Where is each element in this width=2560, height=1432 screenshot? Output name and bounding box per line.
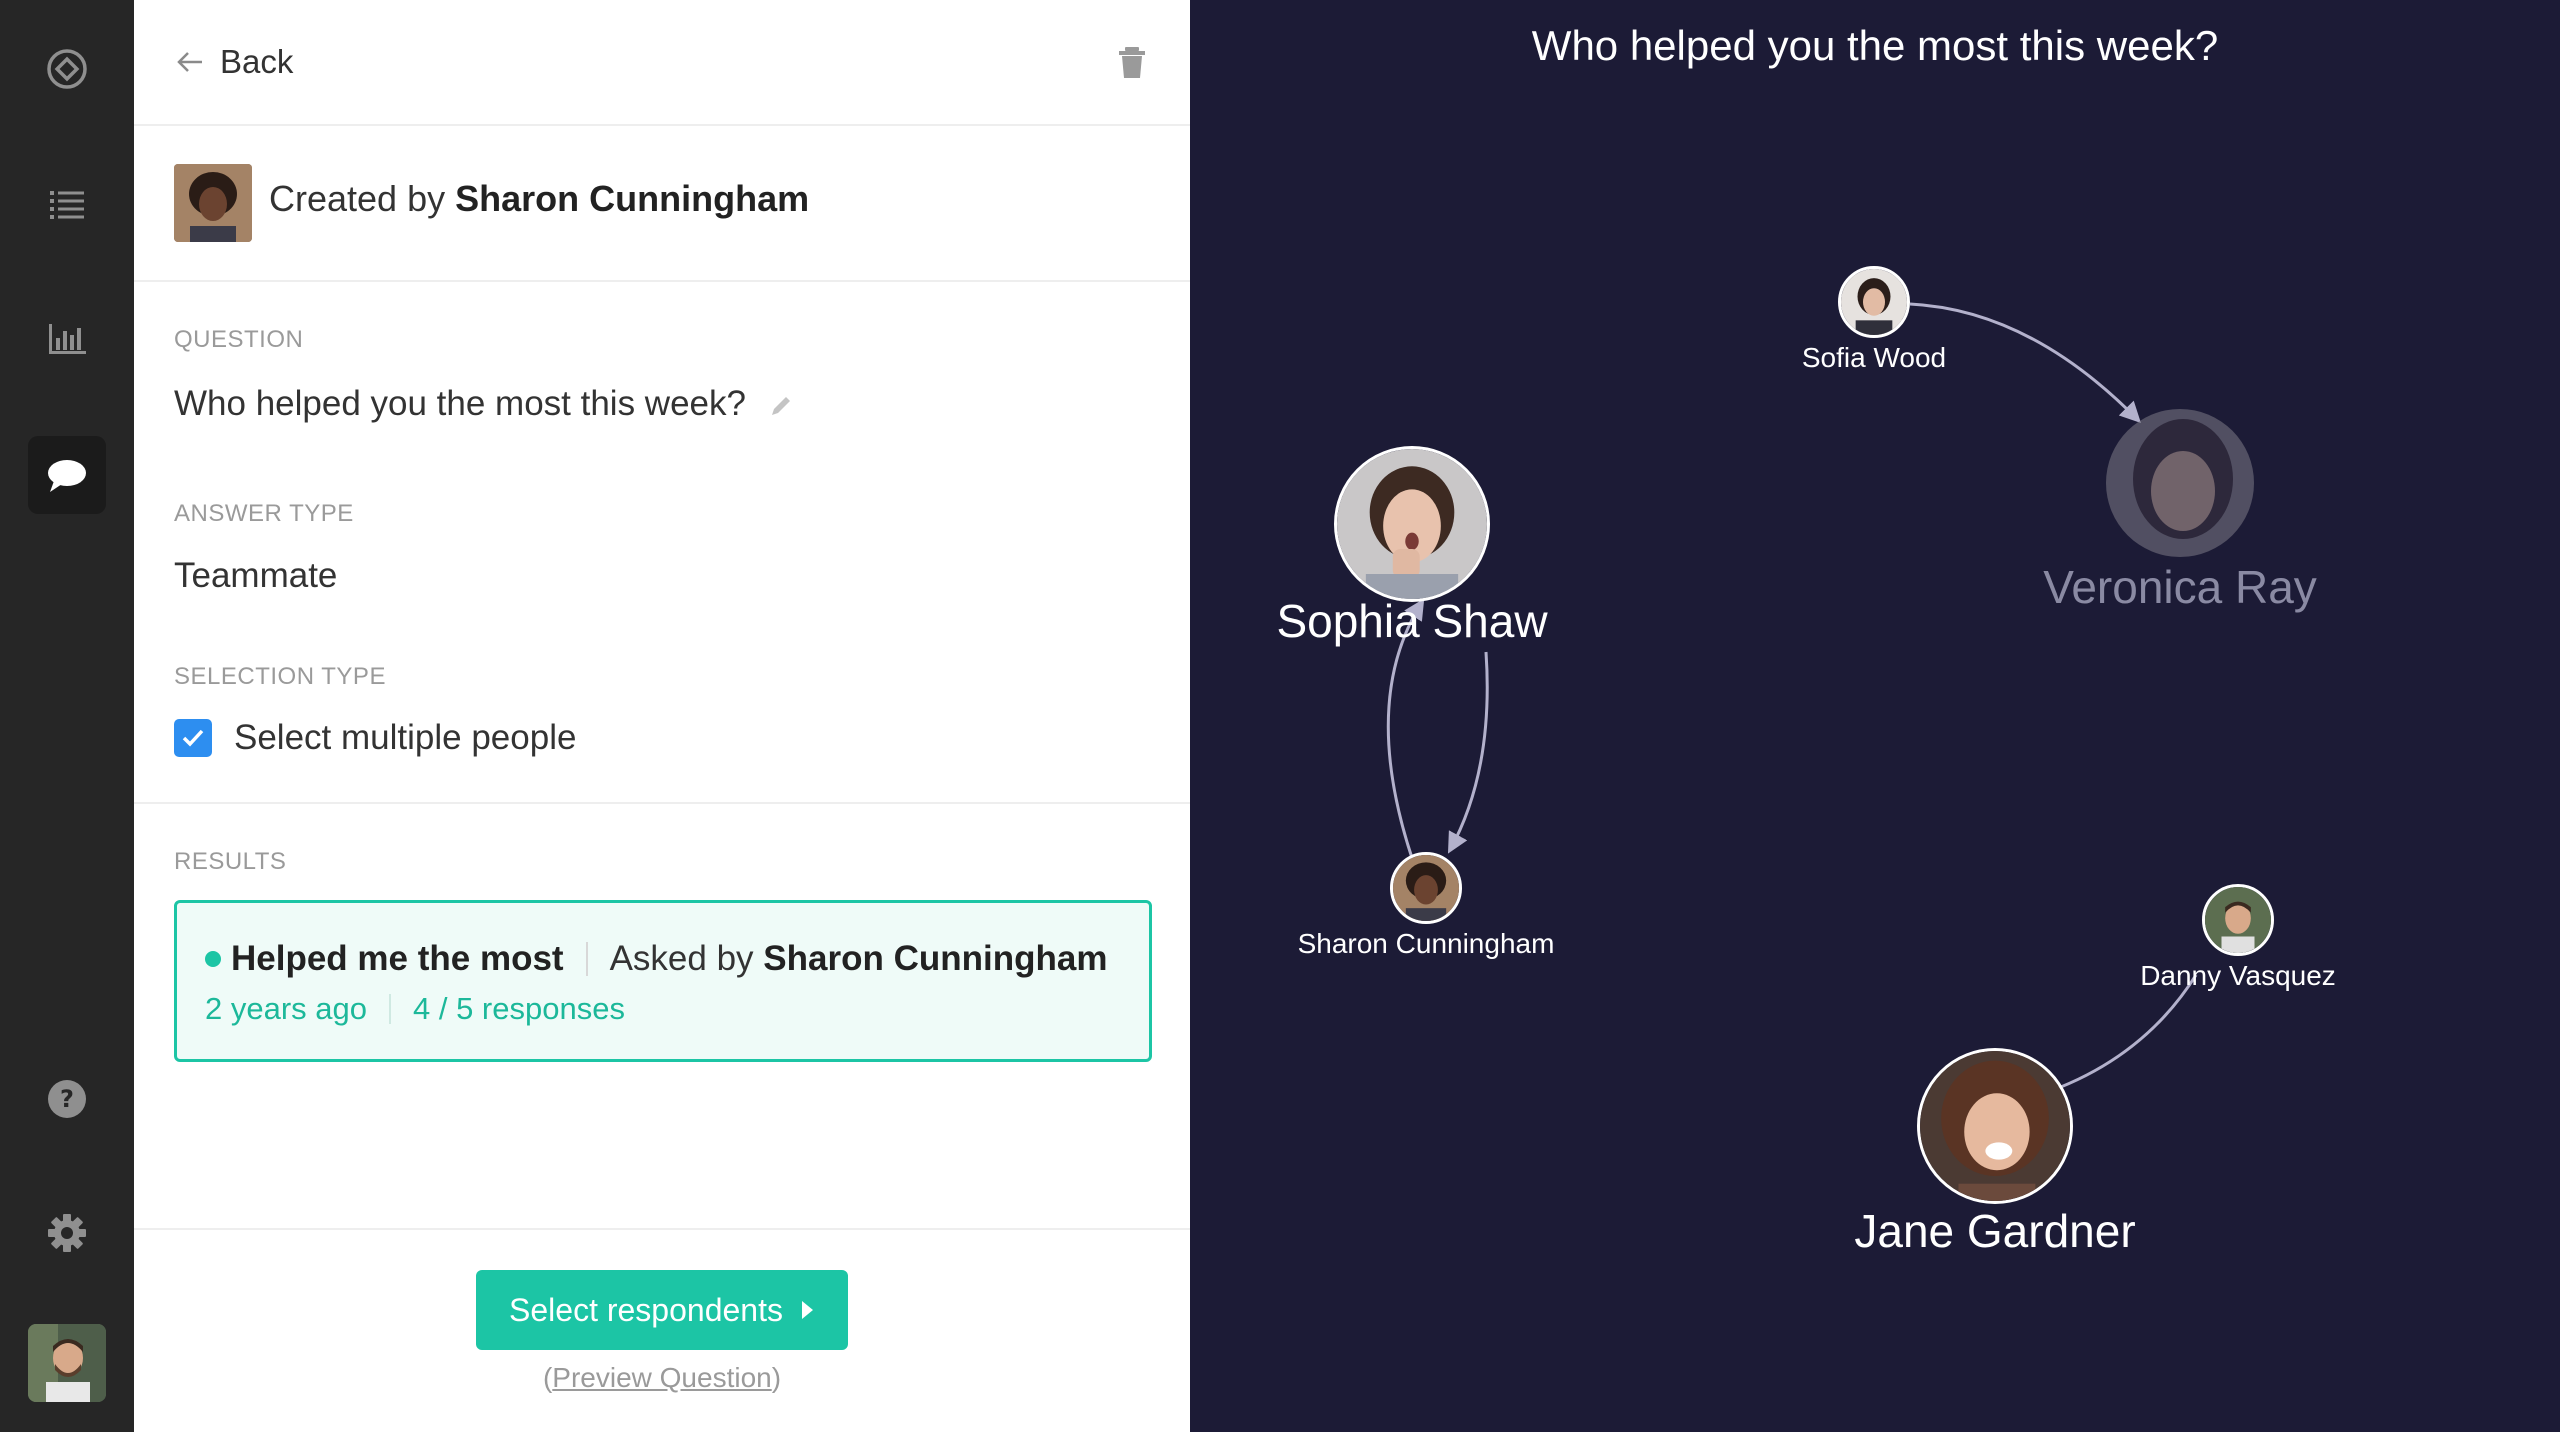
svg-text:?: ? [60, 1085, 74, 1113]
list-icon [50, 191, 84, 219]
node-name: Sharon Cunningham [1297, 928, 1555, 959]
node-name: Sophia Shaw [1276, 595, 1548, 647]
result-time: 2 years ago [205, 991, 367, 1026]
back-button[interactable]: Back [174, 36, 293, 88]
section-divider [134, 802, 1190, 804]
separator [585, 942, 588, 976]
node-name: Veronica Ray [2043, 561, 2317, 613]
creator-row: Created by Sharon Cunningham [134, 126, 1190, 282]
creator-avatar [174, 164, 252, 242]
select-multiple-label: Select multiple people [234, 718, 577, 757]
nav-home-button[interactable] [28, 30, 106, 108]
help-icon: ? [48, 1080, 86, 1118]
separator [389, 994, 391, 1024]
select-multiple-checkbox[interactable] [174, 719, 212, 757]
panel-header: Back [134, 0, 1190, 126]
node-sophia-shaw[interactable] [1326, 446, 1498, 602]
gear-icon [48, 1214, 86, 1252]
result-meta: 2 years ago 4 / 5 responses [205, 991, 625, 1027]
question-text: Who helped you the most this week? [174, 384, 746, 423]
result-responses: 4 / 5 responses [413, 991, 625, 1026]
checkmark-icon [182, 729, 204, 747]
asked-by-name: Sharon Cunningham [763, 939, 1108, 978]
nav-rail: ? [0, 0, 134, 1432]
result-card[interactable]: Helped me the most Asked by Sharon Cunni… [174, 900, 1152, 1062]
status-dot [205, 951, 221, 967]
select-multiple-option[interactable]: Select multiple people [174, 716, 576, 760]
nav-questions-button[interactable] [28, 436, 106, 514]
caret-right-icon [801, 1301, 813, 1319]
avatar-image [1393, 855, 1459, 921]
node-veronica-ray[interactable]: Veronica Ray [2030, 406, 2330, 614]
results-label: RESULTS [174, 848, 287, 875]
paren-close: ) [771, 1362, 782, 1393]
chat-icon [48, 460, 86, 492]
node-avatar [2103, 406, 2257, 560]
chart-icon [49, 324, 86, 354]
creator-name: Sharon Cunningham [455, 178, 810, 219]
result-title: Helped me the most [231, 939, 564, 978]
avatar-image [2205, 887, 2271, 953]
node-avatar [1838, 266, 1910, 338]
node-name: Jane Gardner [1854, 1205, 2136, 1257]
node-avatar [1390, 852, 1462, 924]
node-jane-gardner[interactable]: Jane Gardner [1830, 1048, 2160, 1258]
node-danny-vasquez[interactable]: Danny Vasquez [2110, 884, 2366, 992]
node-name: Sofia Wood [1801, 342, 1947, 373]
preview-question-row: (Preview Question) [134, 1362, 1190, 1394]
panel-footer: Select respondents (Preview Question) [134, 1228, 1190, 1432]
back-label: Back [220, 43, 294, 80]
result-summary: Helped me the most Asked by Sharon Cunni… [205, 939, 1107, 979]
node-avatar [1917, 1048, 2073, 1204]
user-avatar[interactable] [28, 1324, 106, 1402]
node-name: Danny Vasquez [2140, 960, 2336, 991]
preview-question-link[interactable]: Preview Question [552, 1362, 771, 1393]
user-avatar-image [28, 1324, 106, 1402]
avatar-image [1841, 269, 1907, 335]
nav-help-button[interactable]: ? [28, 1060, 106, 1138]
node-avatar [1334, 446, 1490, 602]
avatar-image [2106, 409, 2254, 557]
nav-list-button[interactable] [28, 166, 106, 244]
node-sophia-shaw-label: Sophia Shaw [1170, 594, 1654, 648]
node-sofia-wood[interactable]: Sofia Wood [1774, 266, 1974, 374]
answer-type-value[interactable]: Teammate [174, 556, 337, 596]
question-text-row[interactable]: Who helped you the most this week? [174, 384, 794, 424]
logo-icon [47, 49, 87, 89]
node-sharon-cunningham[interactable]: Sharon Cunningham [1276, 852, 1576, 960]
avatar-image [1920, 1051, 2070, 1201]
asked-by: Asked by Sharon Cunningham [610, 939, 1108, 979]
avatar-image [1337, 449, 1487, 599]
selection-type-label: SELECTION TYPE [174, 663, 386, 690]
creator-avatar-image [174, 164, 252, 242]
pencil-icon[interactable] [768, 393, 794, 419]
trash-icon[interactable] [1112, 42, 1152, 82]
question-label: QUESTION [174, 326, 304, 353]
question-editor-panel: Back Created by Sharon Cunningham QUESTI… [134, 0, 1190, 1432]
select-respondents-button[interactable]: Select respondents [476, 1270, 848, 1350]
arrow-left-icon [177, 52, 202, 72]
edge-sophia-to-sharon [1447, 651, 1489, 854]
nav-analytics-button[interactable] [28, 300, 106, 378]
asked-prefix: Asked by [609, 939, 754, 978]
creator-text: Created by Sharon Cunningham [269, 178, 809, 220]
creator-prefix: Created by [269, 178, 446, 219]
paren-open: ( [542, 1362, 553, 1393]
select-respondents-label: Select respondents [509, 1291, 783, 1328]
nav-settings-button[interactable] [28, 1194, 106, 1272]
results-graph: Who helped you the most this week? Sofia… [1190, 0, 2560, 1432]
answer-type-label: ANSWER TYPE [174, 500, 354, 527]
node-avatar [2202, 884, 2274, 956]
